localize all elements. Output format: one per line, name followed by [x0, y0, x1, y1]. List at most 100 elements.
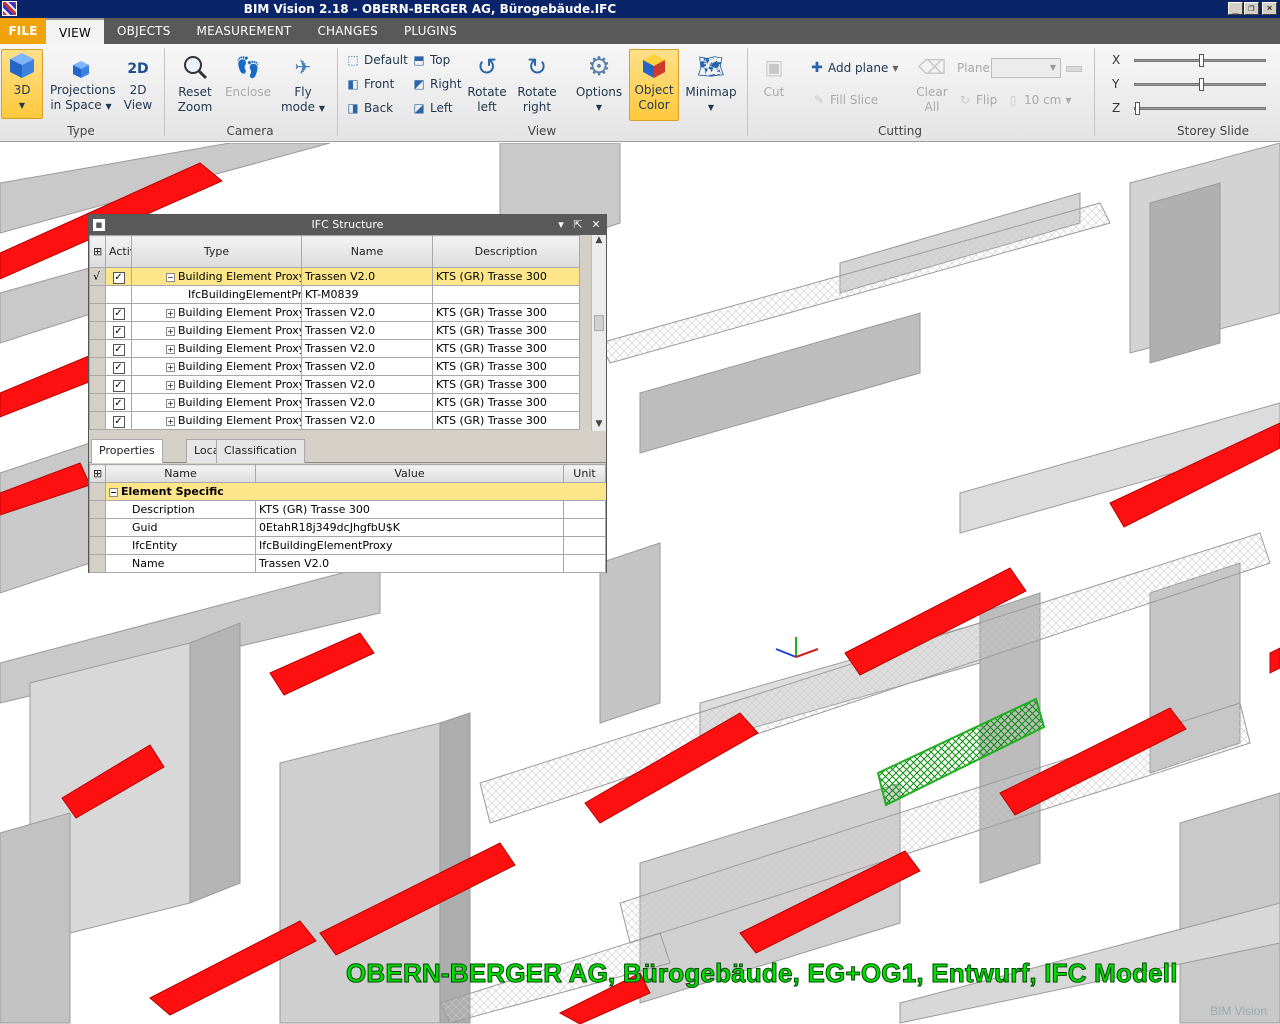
- tab-measurement[interactable]: MEASUREMENT: [184, 18, 305, 44]
- col-type[interactable]: Type: [131, 235, 302, 268]
- view-default-button[interactable]: ⬚ Default: [346, 53, 408, 67]
- table-row[interactable]: ✓ + Building Element Proxy Trassen V2.0 K…: [89, 339, 580, 358]
- enclose-button[interactable]: 👣 Enclose: [224, 52, 272, 100]
- projections-in-space-button[interactable]: Projections in Space ▼: [50, 58, 116, 114]
- options-button[interactable]: ⚙ Options ▼: [574, 52, 624, 115]
- col-name[interactable]: Name: [301, 235, 433, 268]
- tab-objects[interactable]: OBJECTS: [104, 18, 184, 44]
- expand-icon[interactable]: +: [166, 362, 175, 372]
- view-right-button[interactable]: ◩ Right: [412, 77, 461, 91]
- z-slider-thumb[interactable]: [1135, 102, 1140, 115]
- title-bar: BIM Vision 2.18 - OBERN-BERGER AG, Bürog…: [0, 0, 1280, 18]
- table-row[interactable]: IfcBuildingElementPr... KT-M0839: [89, 285, 580, 304]
- gear-icon: ⚙: [587, 51, 611, 82]
- scroll-down-icon[interactable]: ▼: [592, 419, 606, 429]
- cut-button[interactable]: ▣ Cut: [756, 52, 792, 100]
- active-checkbox[interactable]: ✓: [112, 343, 125, 356]
- row-type: Building Element Proxy: [178, 270, 302, 283]
- expand-icon[interactable]: +: [166, 380, 175, 390]
- group-row[interactable]: − Element Specific: [89, 482, 606, 501]
- property-row[interactable]: IfcEntity IfcBuildingElementProxy: [89, 536, 606, 555]
- tab-plugins[interactable]: PLUGINS: [391, 18, 470, 44]
- eraser-icon: ⌫: [917, 54, 947, 79]
- table-row[interactable]: ✓ + Building Element Proxy Trassen V2.0 K…: [89, 411, 580, 430]
- fly-mode-button[interactable]: ✈ Fly mode ▼: [280, 52, 326, 116]
- x-slider-thumb[interactable]: [1199, 54, 1205, 67]
- active-checkbox[interactable]: ✓: [112, 307, 125, 320]
- view-left-button[interactable]: ◪ Left: [412, 101, 452, 115]
- property-row[interactable]: Name Trassen V2.0: [89, 554, 606, 573]
- restore-button[interactable]: ❐: [1244, 2, 1259, 15]
- plane-select[interactable]: ▼: [991, 58, 1061, 78]
- expand-icon[interactable]: +: [166, 398, 175, 408]
- tab-changes[interactable]: CHANGES: [304, 18, 391, 44]
- table-row[interactable]: ✓ + Building Element Proxy Trassen V2.0 K…: [89, 303, 580, 322]
- object-color-icon: [639, 50, 669, 80]
- expand-icon[interactable]: +: [166, 344, 175, 354]
- pin-icon[interactable]: ⇱: [572, 219, 584, 231]
- axis-gizmo: [775, 637, 819, 658]
- table-row[interactable]: ✓ + Building Element Proxy Trassen V2.0 K…: [89, 393, 580, 412]
- minimize-button[interactable]: _: [1228, 2, 1243, 15]
- projections-label-2: in Space: [50, 98, 102, 112]
- property-row[interactable]: Description KTS (GR) Trasse 300: [89, 500, 606, 519]
- tab-file[interactable]: FILE: [0, 18, 46, 44]
- table-row[interactable]: √ ✓ − Building Element Proxy Trassen V2.0…: [89, 267, 580, 286]
- 3d-button[interactable]: 3D ▼: [1, 49, 43, 119]
- clear-all-button[interactable]: ⌫ Clear All: [912, 52, 952, 115]
- col-prop-name[interactable]: Name: [105, 464, 256, 483]
- separator: [337, 48, 338, 136]
- tree-scrollbar[interactable]: ▲ ▼: [591, 235, 606, 431]
- row-name: Trassen V2.0: [301, 393, 433, 412]
- scroll-thumb[interactable]: [594, 315, 604, 331]
- 2d-view-button[interactable]: 2D 2D View: [118, 58, 158, 113]
- fill-slice-label: Fill Slice: [830, 93, 879, 107]
- flip-button[interactable]: ↻ Flip: [958, 93, 997, 107]
- close-window-button[interactable]: ×: [1262, 2, 1277, 15]
- thickness-select[interactable]: ▯ 10 cm ▼: [1006, 93, 1072, 107]
- view-back-button[interactable]: ◨ Back: [346, 101, 393, 115]
- active-checkbox[interactable]: ✓: [112, 271, 125, 284]
- active-checkbox[interactable]: ✓: [112, 379, 125, 392]
- rotate-left-button[interactable]: ↺ Rotate left: [466, 52, 508, 115]
- table-row[interactable]: ✓ + Building Element Proxy Trassen V2.0 K…: [89, 321, 580, 340]
- col-description[interactable]: Description: [432, 235, 580, 268]
- y-slider[interactable]: [1134, 78, 1266, 91]
- table-row[interactable]: ✓ + Building Element Proxy Trassen V2.0 K…: [89, 375, 580, 394]
- collapse-icon[interactable]: −: [166, 272, 175, 282]
- col-prop-value[interactable]: Value: [255, 464, 564, 483]
- fill-slice-button[interactable]: ✎ Fill Slice: [812, 93, 878, 107]
- expand-icon[interactable]: +: [166, 416, 175, 426]
- y-label: Y: [1112, 77, 1120, 91]
- active-checkbox[interactable]: ✓: [112, 325, 125, 338]
- table-row[interactable]: ✓ + Building Element Proxy Trassen V2.0 K…: [89, 357, 580, 376]
- expand-icon[interactable]: +: [166, 326, 175, 336]
- tab-classification[interactable]: Classification: [216, 439, 305, 463]
- expand-icon[interactable]: +: [166, 308, 175, 318]
- z-slider[interactable]: [1134, 102, 1266, 115]
- y-slider-thumb[interactable]: [1199, 78, 1205, 91]
- close-icon[interactable]: ✕: [590, 219, 602, 231]
- object-color-button[interactable]: Object Color: [629, 49, 679, 121]
- tab-properties[interactable]: Properties: [91, 439, 163, 463]
- scroll-up-icon[interactable]: ▲: [592, 235, 606, 245]
- view-front-button[interactable]: ◧ Front: [346, 77, 394, 91]
- add-plane-button[interactable]: ✚ Add plane ▼: [810, 61, 898, 75]
- rotate-right-button[interactable]: ↻ Rotate right: [514, 52, 560, 115]
- minimap-button[interactable]: 🗺 Minimap ▼: [684, 52, 738, 115]
- property-row[interactable]: Guid 0EtahR18j349dcJhgfbU$K: [89, 518, 606, 537]
- active-checkbox[interactable]: ✓: [112, 397, 125, 410]
- x-slider[interactable]: [1134, 54, 1266, 67]
- plane-minus-icon[interactable]: [1066, 66, 1082, 72]
- col-active[interactable]: Active: [105, 235, 132, 268]
- tab-view[interactable]: VIEW: [46, 18, 104, 44]
- prop-value: KTS (GR) Trasse 300: [255, 500, 564, 519]
- collapse-icon[interactable]: −: [109, 487, 118, 497]
- row-description: KTS (GR) Trasse 300: [432, 339, 580, 358]
- reset-zoom-button[interactable]: Reset Zoom: [172, 52, 218, 115]
- dropdown-icon[interactable]: ▾: [555, 219, 567, 231]
- view-top-button[interactable]: ⬒ Top: [412, 53, 450, 67]
- col-prop-unit[interactable]: Unit: [563, 464, 606, 483]
- active-checkbox[interactable]: ✓: [112, 415, 125, 428]
- active-checkbox[interactable]: ✓: [112, 361, 125, 374]
